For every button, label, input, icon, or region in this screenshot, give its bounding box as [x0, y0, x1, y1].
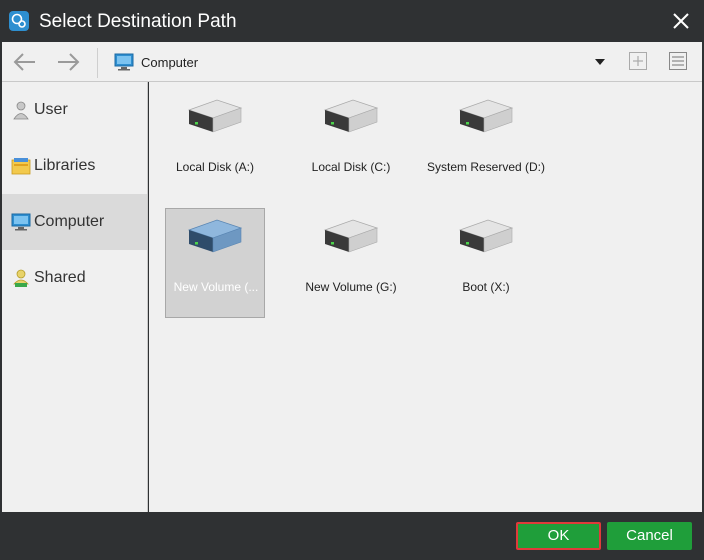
hard-disk-icon [187, 219, 243, 253]
drive-label: New Volume (... [173, 280, 259, 294]
hard-disk-icon [458, 99, 514, 133]
hard-disk-icon [458, 219, 514, 253]
add-icon [629, 52, 647, 70]
app-logo-icon [9, 11, 29, 31]
arrow-right-icon [58, 53, 80, 71]
forward-button[interactable] [55, 50, 81, 74]
hard-disk-icon [187, 99, 243, 133]
drive-label: Boot (X:) [462, 280, 510, 294]
ok-button[interactable]: OK [516, 522, 601, 550]
sidebar-item-label: Shared [34, 269, 86, 286]
toolbar-divider [97, 48, 98, 78]
drive-label: System Reserved (D:) [426, 160, 546, 174]
drive-label: Local Disk (A:) [175, 160, 255, 174]
select-destination-dialog: Select Destination Path Computer User Li… [0, 0, 704, 560]
arrow-left-icon [13, 53, 35, 71]
dialog-title: Select Destination Path [39, 11, 237, 32]
location-path[interactable]: Computer [141, 55, 198, 70]
drive-item-selected[interactable]: New Volume (... [165, 208, 265, 318]
computer-icon [11, 212, 31, 232]
sidebar-item-label: Computer [34, 213, 105, 230]
sidebar-item-label: Libraries [34, 157, 96, 174]
drive-item[interactable]: Local Disk (C:) [301, 88, 401, 198]
libraries-icon [11, 156, 31, 176]
drive-item[interactable]: Boot (X:) [436, 208, 536, 318]
title-bar: Select Destination Path [0, 0, 704, 42]
dialog-footer: OK Cancel [0, 512, 704, 560]
drive-label: New Volume (G:) [305, 280, 397, 294]
shared-icon [11, 268, 31, 288]
list-view-icon [669, 52, 687, 70]
hard-disk-icon [323, 219, 379, 253]
cancel-button[interactable]: Cancel [607, 522, 692, 550]
toolbar: Computer [2, 42, 702, 82]
computer-icon [114, 53, 134, 71]
sidebar: User Libraries Computer Shared [2, 82, 148, 512]
sidebar-item-user[interactable]: User [2, 82, 147, 138]
sidebar-item-label: User [34, 101, 68, 118]
new-folder-button[interactable] [628, 51, 648, 71]
location-dropdown[interactable] [592, 54, 608, 70]
sidebar-item-libraries[interactable]: Libraries [2, 138, 147, 194]
close-button[interactable] [668, 8, 694, 34]
drive-list: Local Disk (A:) Local Disk (C:) System R… [149, 82, 702, 512]
drive-item[interactable]: System Reserved (D:) [427, 88, 545, 198]
drive-label: Local Disk (C:) [311, 160, 391, 174]
drive-item[interactable]: New Volume (G:) [301, 208, 401, 318]
drive-item[interactable]: Local Disk (A:) [165, 88, 265, 198]
sidebar-item-shared[interactable]: Shared [2, 250, 147, 306]
caret-down-icon [595, 59, 605, 65]
close-icon [673, 13, 689, 29]
back-button[interactable] [12, 50, 38, 74]
sidebar-item-computer[interactable]: Computer [2, 194, 147, 250]
view-toggle-button[interactable] [668, 51, 688, 71]
hard-disk-icon [323, 99, 379, 133]
user-icon [11, 100, 31, 120]
